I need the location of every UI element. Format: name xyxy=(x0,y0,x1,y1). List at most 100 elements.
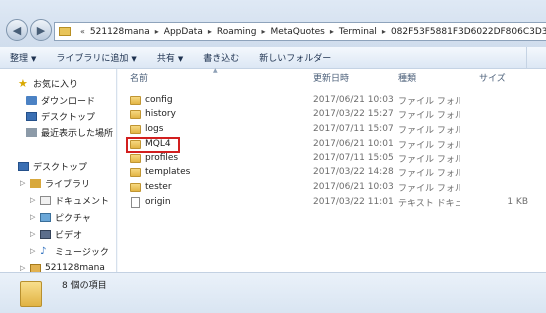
file-row[interactable]: history 2017/03/22 15:27 ファイル フォル... xyxy=(118,107,546,121)
file-name: templates xyxy=(145,167,191,177)
navigation-pane: ★ お気に入り ダウンロード デスクトップ 最近表示した場所 デスクトップ ▷ … xyxy=(0,69,117,272)
video-icon xyxy=(40,229,51,239)
library-icon xyxy=(30,178,41,188)
file-row[interactable]: profiles 2017/07/11 15:05 ファイル フォル... xyxy=(118,151,546,165)
text-file-icon xyxy=(131,196,140,208)
dropdown-arrow-icon: ▼ xyxy=(177,55,184,63)
command-bar: 整理 ▼ ライブラリに追加 ▼ 共有 ▼ 書き込む 新しいフォルダー xyxy=(0,47,546,69)
folder-icon xyxy=(130,124,141,134)
nav-label: ピクチャ xyxy=(55,213,91,224)
file-date: 2017/03/22 11:01 xyxy=(313,197,394,207)
share-button[interactable]: 共有 ▼ xyxy=(157,51,193,64)
file-type: ファイル フォル... xyxy=(398,183,460,194)
music-icon: ♪ xyxy=(40,245,47,257)
column-name[interactable]: 名前 xyxy=(130,71,148,84)
file-date: 2017/07/11 15:07 xyxy=(313,124,394,134)
chevron-right-icon[interactable]: ▸ xyxy=(382,27,386,36)
folder-icon xyxy=(130,95,141,105)
nav-music[interactable]: ▷ ♪ ミュージック xyxy=(30,243,109,259)
file-date: 2017/06/21 10:03 xyxy=(313,182,394,192)
status-bar: 8 個の項目 xyxy=(0,272,546,313)
column-size[interactable]: サイズ xyxy=(479,71,506,84)
chevron-right-icon[interactable]: ▸ xyxy=(208,27,212,36)
column-header: 名前 ▲ 更新日時 種類 サイズ xyxy=(118,67,546,85)
nav-label: ミュージック xyxy=(55,247,109,258)
title-bar: ◀ ▶ « 521128mana ▸ AppData ▸ Roaming ▸ M… xyxy=(0,0,546,50)
nav-downloads[interactable]: ダウンロード xyxy=(26,92,95,108)
back-button[interactable]: ◀ xyxy=(6,19,28,41)
add-to-library-button[interactable]: ライブラリに追加 ▼ xyxy=(56,51,146,64)
breadcrumb-user[interactable]: 521128mana xyxy=(90,27,150,37)
column-type[interactable]: 種類 xyxy=(398,71,416,84)
file-name: origin xyxy=(145,197,171,207)
dropdown-arrow-icon: ▼ xyxy=(131,55,137,63)
organize-button[interactable]: 整理 ▼ xyxy=(10,51,46,64)
nav-label: ライブラリ xyxy=(45,179,91,190)
file-date: 2017/06/21 10:01 xyxy=(313,139,394,149)
burn-button[interactable]: 書き込む xyxy=(203,51,249,64)
folder-icon xyxy=(130,182,141,192)
nav-recent-places[interactable]: 最近表示した場所 xyxy=(26,124,113,140)
sort-arrow-icon: ▲ xyxy=(213,67,218,74)
expand-arrow-icon[interactable]: ▷ xyxy=(30,230,38,238)
expand-arrow-icon[interactable]: ▷ xyxy=(30,213,38,221)
file-list: 名前 ▲ 更新日時 種類 サイズ config 2017/06/21 10:03… xyxy=(118,67,546,272)
file-type: ファイル フォル... xyxy=(398,154,460,165)
breadcrumb-terminal-id[interactable]: 082F53F5881F3D6022DF806C3D307B50 xyxy=(391,27,546,37)
expand-arrow-icon[interactable]: ▷ xyxy=(30,247,38,255)
toolbar-spacer xyxy=(526,47,546,69)
nav-label: ドキュメント xyxy=(55,196,110,207)
nav-desktop[interactable]: デスクトップ xyxy=(18,158,87,174)
nav-desktop-favorite[interactable]: デスクトップ xyxy=(26,108,95,124)
file-type: ファイル フォル... xyxy=(398,140,460,151)
nav-label: 最近表示した場所 xyxy=(41,128,114,139)
forward-button[interactable]: ▶ xyxy=(30,19,52,41)
organize-label: 整理 xyxy=(10,54,29,64)
folder-icon xyxy=(59,27,71,36)
nav-label: ダウンロード xyxy=(41,96,96,107)
address-overflow[interactable]: « xyxy=(80,27,85,36)
file-row[interactable]: templates 2017/03/22 14:28 ファイル フォル... xyxy=(118,165,546,179)
nav-pictures[interactable]: ▷ ピクチャ xyxy=(30,209,91,225)
file-type: ファイル フォル... xyxy=(398,96,460,107)
file-row[interactable]: MQL4 2017/06/21 10:01 ファイル フォル... xyxy=(118,137,546,151)
breadcrumb-terminal[interactable]: Terminal xyxy=(339,27,377,37)
desktop-icon xyxy=(26,111,37,121)
expand-arrow-icon[interactable]: ▷ xyxy=(20,179,28,187)
breadcrumb-appdata[interactable]: AppData xyxy=(164,27,203,37)
file-type: テキスト ドキュ... xyxy=(398,198,460,209)
file-row[interactable]: config 2017/06/21 10:03 ファイル フォル... xyxy=(118,93,546,107)
star-icon: ★ xyxy=(18,76,28,90)
file-row[interactable]: tester 2017/06/21 10:03 ファイル フォル... xyxy=(118,180,546,194)
chevron-right-icon[interactable]: ▸ xyxy=(155,27,159,36)
folder-icon xyxy=(20,281,42,307)
file-date: 2017/03/22 15:27 xyxy=(313,109,394,119)
expand-arrow-icon[interactable]: ▷ xyxy=(30,196,38,204)
nav-videos[interactable]: ▷ ビデオ xyxy=(30,226,82,242)
file-date: 2017/07/11 15:05 xyxy=(313,153,394,163)
download-icon xyxy=(26,95,37,105)
breadcrumb-metaquotes[interactable]: MetaQuotes xyxy=(270,27,324,37)
nav-libraries[interactable]: ▷ ライブラリ xyxy=(20,175,90,191)
document-icon xyxy=(40,195,51,205)
file-size: 1 KB xyxy=(507,197,528,207)
expand-arrow-icon[interactable]: ▷ xyxy=(20,264,28,272)
nav-documents[interactable]: ▷ ドキュメント xyxy=(30,192,109,208)
new-folder-button[interactable]: 新しいフォルダー xyxy=(259,51,341,64)
file-row[interactable]: origin 2017/03/22 11:01 テキスト ドキュ... 1 KB xyxy=(118,195,546,209)
breadcrumb-roaming[interactable]: Roaming xyxy=(217,27,257,37)
nav-user-folder[interactable]: ▷ 521128mana xyxy=(20,260,105,272)
nav-favorites[interactable]: ★ お気に入り xyxy=(18,75,78,91)
chevron-right-icon[interactable]: ▸ xyxy=(261,27,265,36)
file-name: config xyxy=(145,95,173,105)
recent-places-icon xyxy=(26,127,37,137)
picture-icon xyxy=(40,212,51,222)
file-type: ファイル フォル... xyxy=(398,110,460,121)
address-bar[interactable]: « 521128mana ▸ AppData ▸ Roaming ▸ MetaQ… xyxy=(54,22,546,41)
file-row[interactable]: logs 2017/07/11 15:07 ファイル フォル... xyxy=(118,122,546,136)
chevron-right-icon[interactable]: ▸ xyxy=(330,27,334,36)
file-date: 2017/03/22 14:28 xyxy=(313,167,394,177)
column-date[interactable]: 更新日時 xyxy=(313,71,349,84)
desktop-icon xyxy=(18,161,29,171)
add-to-library-label: ライブラリに追加 xyxy=(56,54,129,64)
